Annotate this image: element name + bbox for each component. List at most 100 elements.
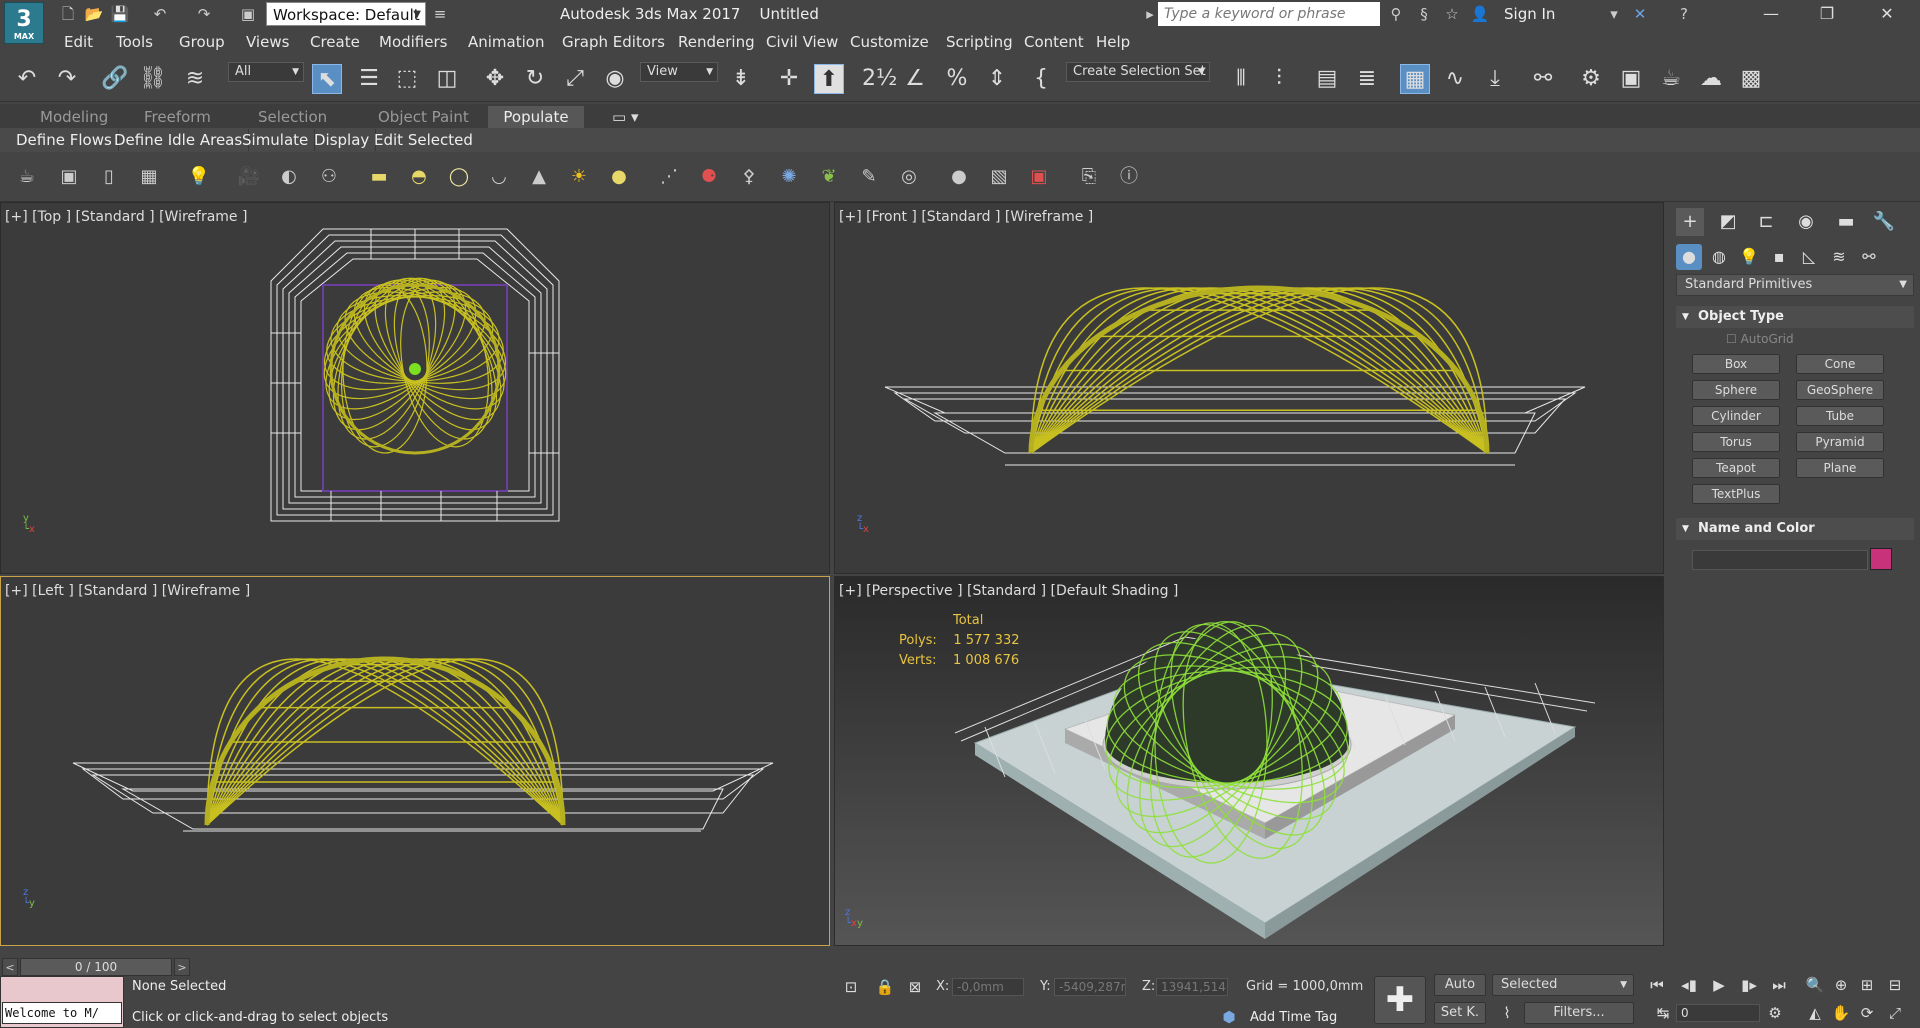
exposure-icon[interactable]: ◐ bbox=[276, 164, 302, 190]
viewport-left[interactable]: [+] [Left ] [Standard ] [Wireframe ] z └y bbox=[0, 576, 830, 946]
zoom-extents-all-icon[interactable]: ⊟ bbox=[1884, 974, 1906, 996]
menu-group[interactable]: Group bbox=[179, 28, 225, 56]
select-by-name-icon[interactable]: ☰ bbox=[354, 64, 384, 94]
ribbon-options-icon[interactable]: ▭ ▾ bbox=[600, 106, 650, 128]
menu-create[interactable]: Create bbox=[310, 28, 360, 56]
tab-populate[interactable]: Populate bbox=[488, 106, 584, 128]
spinner-snap-icon[interactable]: ⇕ bbox=[982, 64, 1012, 94]
pan-view-icon[interactable]: ✋ bbox=[1830, 1002, 1852, 1024]
quick-access-menu-icon[interactable]: ≡ bbox=[430, 4, 450, 24]
display-tab-icon[interactable]: ▬ bbox=[1832, 208, 1860, 236]
scene-explorer-icon[interactable]: ▤ bbox=[1312, 64, 1342, 94]
zoom-extents-icon[interactable]: ⊞ bbox=[1856, 974, 1878, 996]
align-icon[interactable]: ⫶ bbox=[1264, 64, 1294, 94]
x-coordinate-field[interactable]: -0,0mm bbox=[952, 978, 1024, 996]
set-key-icon[interactable]: ✚ bbox=[1374, 976, 1426, 1024]
autogrid-checkbox[interactable]: ☐ AutoGrid bbox=[1726, 332, 1794, 346]
help-icon[interactable]: ⓘ bbox=[1116, 164, 1142, 190]
select-object-icon[interactable]: ⬉ bbox=[312, 64, 342, 94]
snaps-toggle-icon[interactable]: 2½ bbox=[862, 64, 897, 94]
render-in-cloud-icon[interactable]: ☁ bbox=[1696, 64, 1726, 94]
selection-lock-icon[interactable]: 🔒 bbox=[874, 976, 896, 998]
torus-button[interactable]: Torus bbox=[1692, 432, 1780, 452]
light-bulb-icon[interactable]: 💡 bbox=[186, 164, 212, 190]
redo-icon[interactable]: ↷ bbox=[194, 4, 214, 24]
menu-animation[interactable]: Animation bbox=[468, 28, 544, 56]
menu-civil-view[interactable]: Civil View bbox=[766, 28, 838, 56]
menu-views[interactable]: Views bbox=[246, 28, 289, 56]
box-button[interactable]: Box bbox=[1692, 354, 1780, 374]
expand-search-icon[interactable]: ▸ bbox=[1140, 4, 1160, 24]
absolute-mode-icon[interactable]: ⊠ bbox=[904, 976, 926, 998]
camera-icon[interactable]: 🎥 bbox=[236, 164, 262, 190]
y-coordinate-field[interactable]: -5409,287m bbox=[1054, 978, 1126, 996]
go-to-end-icon[interactable]: ⏭ bbox=[1768, 974, 1790, 996]
object-type-rollout[interactable]: ▼ Object Type bbox=[1676, 306, 1914, 328]
rectangular-selection-icon[interactable]: ⬚ bbox=[392, 64, 422, 94]
named-selection-sets-dropdown[interactable]: Create Selection Set ▼ bbox=[1066, 62, 1210, 82]
auto-key-button[interactable]: Auto bbox=[1434, 974, 1486, 996]
set-key-button[interactable]: Set K. bbox=[1434, 1002, 1486, 1024]
viewport-top[interactable]: [+] [Top ] [Standard ] [Wireframe ] y └x bbox=[0, 202, 830, 574]
shapes-icon[interactable]: ◍ bbox=[1706, 244, 1732, 270]
dope-sheet-icon[interactable]: ⤓ bbox=[1480, 64, 1510, 94]
systems-icon[interactable]: ⚯ bbox=[1856, 244, 1882, 270]
time-slider[interactable]: 0 / 100 bbox=[20, 958, 172, 976]
render-setup-icon[interactable]: ⚙ bbox=[1576, 64, 1606, 94]
help-icon[interactable]: ? bbox=[1674, 4, 1694, 24]
sphere-light-icon[interactable]: ◯ bbox=[446, 164, 472, 190]
select-and-rotate-icon[interactable]: ↻ bbox=[520, 64, 550, 94]
isolate-selection-icon[interactable]: ⊡ bbox=[840, 976, 862, 998]
edit-named-selection-icon[interactable]: { bbox=[1026, 64, 1056, 94]
textplus-button[interactable]: TextPlus bbox=[1692, 484, 1780, 504]
modify-tab-icon[interactable]: ◩ bbox=[1714, 208, 1742, 236]
tube-button[interactable]: Tube bbox=[1796, 406, 1884, 426]
plane-button[interactable]: Plane bbox=[1796, 458, 1884, 478]
menu-scripting[interactable]: Scripting bbox=[946, 28, 1013, 56]
menu-modifiers[interactable]: Modifiers bbox=[379, 28, 447, 56]
mesh-icon[interactable]: ⋰ bbox=[656, 164, 682, 190]
time-slider-next-icon[interactable]: > bbox=[174, 958, 190, 976]
viewport-front[interactable]: [+] [Front ] [Standard ] [Wireframe ] z └… bbox=[834, 202, 1664, 574]
particles-icon[interactable]: ⚈ bbox=[696, 164, 722, 190]
sphere-button[interactable]: Sphere bbox=[1692, 380, 1780, 400]
search-input[interactable]: Type a keyword or phrase bbox=[1158, 2, 1380, 26]
edit-selected-button[interactable]: Edit Selected bbox=[368, 129, 479, 151]
display-button[interactable]: Display bbox=[308, 129, 377, 151]
render-production-icon[interactable]: ☕ bbox=[1656, 64, 1686, 94]
angle-snap-icon[interactable]: ∠ bbox=[900, 64, 930, 94]
select-and-move-icon[interactable]: ✥ bbox=[480, 64, 510, 94]
bowl-light-icon[interactable]: ◡ bbox=[486, 164, 512, 190]
atom-icon[interactable]: ✺ bbox=[776, 164, 802, 190]
name-and-color-rollout[interactable]: ▼ Name and Color bbox=[1676, 518, 1914, 540]
helpers-icon[interactable]: ◺ bbox=[1796, 244, 1822, 270]
toggle-ribbon-icon[interactable]: ▦ bbox=[1400, 64, 1430, 94]
menu-customize[interactable]: Customize bbox=[850, 28, 929, 56]
sun-icon[interactable]: ☀ bbox=[566, 164, 592, 190]
grass-icon[interactable]: ❦ bbox=[816, 164, 842, 190]
cone-light-icon[interactable]: ▲ bbox=[526, 164, 552, 190]
tab-object-paint[interactable]: Object Paint bbox=[366, 106, 481, 128]
plane-light-icon[interactable]: ▬ bbox=[366, 164, 392, 190]
workspace-dropdown[interactable]: Workspace: Default ▼ bbox=[266, 2, 426, 26]
create-tab-icon[interactable]: + bbox=[1676, 208, 1704, 236]
menu-content[interactable]: Content bbox=[1024, 28, 1084, 56]
sky-portal-icon[interactable]: ● bbox=[606, 164, 632, 190]
redo-icon[interactable]: ↷ bbox=[52, 64, 82, 94]
favorites-star-icon[interactable]: ☆ bbox=[1442, 4, 1462, 24]
select-and-scale-icon[interactable]: ⤢ bbox=[560, 64, 590, 94]
curve-editor-icon[interactable]: ∿ bbox=[1440, 64, 1470, 94]
time-tag-icon[interactable]: ⬢ bbox=[1218, 1006, 1240, 1028]
selection-filter-dropdown[interactable]: All ▼ bbox=[228, 62, 304, 82]
zoom-icon[interactable]: 🔍 bbox=[1804, 974, 1826, 996]
key-filters-button[interactable]: Filters... bbox=[1524, 1002, 1634, 1024]
next-frame-icon[interactable]: ▮▸ bbox=[1738, 974, 1760, 996]
unlink-icon[interactable]: ⛓ bbox=[138, 64, 168, 94]
percent-snap-icon[interactable]: % bbox=[942, 64, 972, 94]
maxscript-input[interactable]: Welcome to M/ bbox=[2, 1002, 122, 1024]
geosphere-button[interactable]: GeoSphere bbox=[1796, 380, 1884, 400]
hair-fur-icon[interactable]: ✎ bbox=[856, 164, 882, 190]
material-sphere-icon[interactable]: ● bbox=[946, 164, 972, 190]
time-configuration-icon[interactable]: ⚙ bbox=[1764, 1002, 1786, 1024]
menu-edit[interactable]: Edit bbox=[64, 28, 93, 56]
